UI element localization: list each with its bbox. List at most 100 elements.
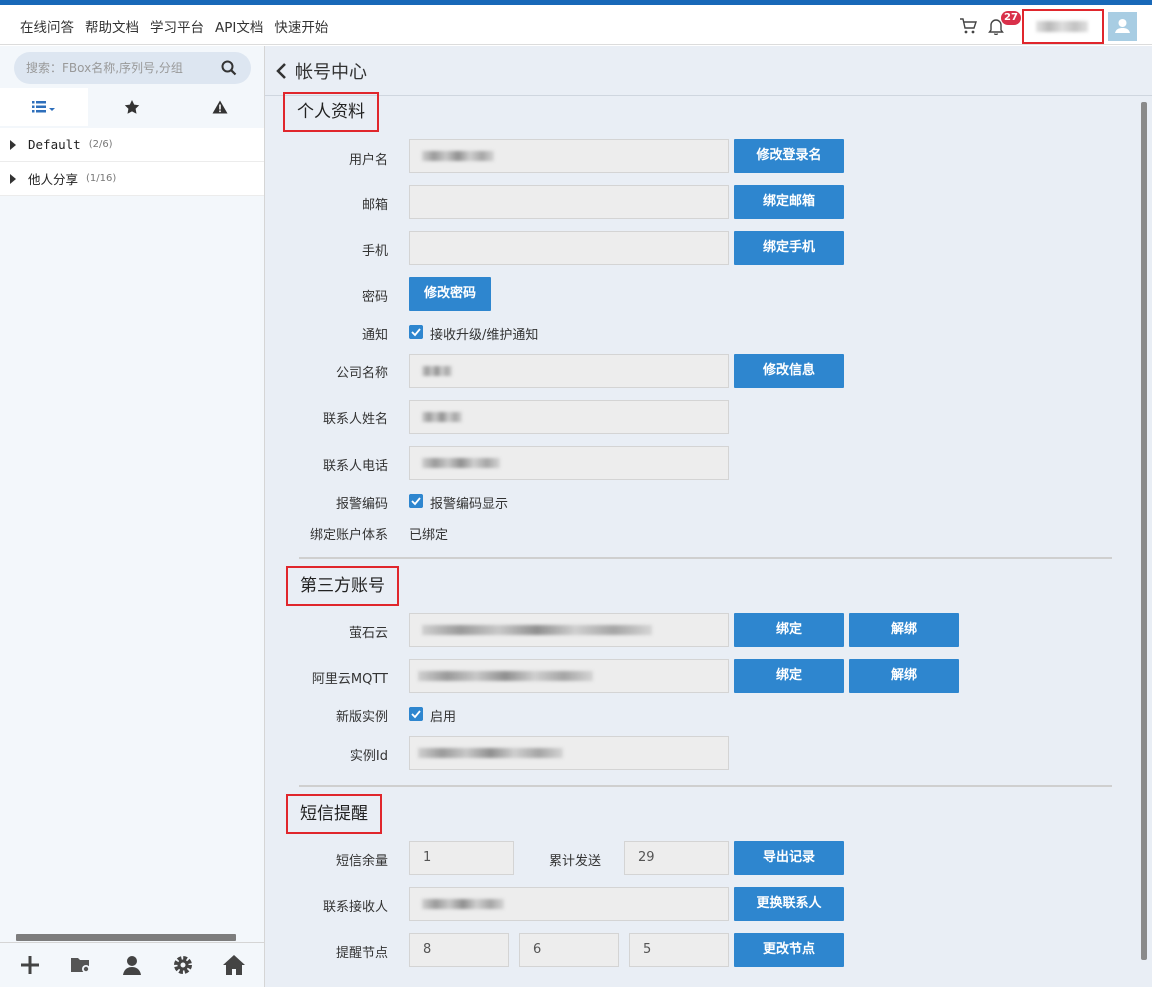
reminder-node-field[interactable]: 8 (409, 933, 509, 967)
reminder-node-field[interactable]: 5 (629, 933, 729, 967)
change-password-button[interactable]: 修改密码 (409, 277, 491, 311)
avatar[interactable] (1108, 12, 1137, 41)
tab-favorites[interactable] (88, 88, 176, 126)
tab-list[interactable] (0, 88, 88, 126)
company-label: 公司名称 (335, 366, 388, 381)
change-login-button[interactable]: 修改登录名 (734, 139, 844, 173)
aliyun-field[interactable] (409, 659, 729, 693)
bound-system-label: 绑定账户体系 (309, 528, 388, 543)
username-display[interactable] (1022, 9, 1104, 44)
sidebar: Default (2/6) 他人分享 (1/16) (0, 46, 265, 987)
phone-label: 手机 (361, 244, 388, 259)
list-item[interactable]: 他人分享 (1/16) (0, 162, 264, 196)
alarm-code-checkbox-label: 报警编码显示 (430, 497, 509, 512)
warning-icon (212, 100, 228, 114)
folder-settings-icon[interactable] (69, 953, 93, 977)
section-divider (299, 785, 1112, 787)
username-redacted (1036, 21, 1088, 32)
nav-quick-start[interactable]: 快速开始 (274, 16, 328, 36)
company-field[interactable] (409, 354, 729, 388)
sms-receiver-field[interactable] (409, 887, 729, 921)
change-contact-button[interactable]: 更换联系人 (734, 887, 844, 921)
contact-phone-field[interactable] (409, 446, 729, 480)
nav-learning[interactable]: 学习平台 (150, 16, 204, 36)
section-title-third-party: 第三方账号 (286, 566, 399, 606)
ezviz-unbind-button[interactable]: 解绑 (849, 613, 959, 647)
search-icon[interactable] (221, 60, 237, 76)
group-name: 他人分享 (28, 172, 79, 187)
phone-field[interactable] (409, 231, 729, 265)
search-box (14, 52, 251, 84)
contact-name-field[interactable] (409, 400, 729, 434)
redacted-value (422, 625, 652, 635)
main-content: 帐号中心 个人资料 用户名 修改登录名 邮箱 绑定邮箱 手机 绑定手机 密码 修… (265, 46, 1152, 987)
list-item[interactable]: Default (2/6) (0, 128, 264, 162)
reminder-nodes-label: 提醒节点 (335, 946, 388, 961)
cart-icon[interactable] (959, 17, 977, 35)
redacted-value (422, 899, 504, 909)
sidebar-tabs (0, 88, 264, 126)
top-bar: 在线问答 帮助文档 学习平台 API文档 快速开始 27 (0, 5, 1152, 45)
email-field[interactable] (409, 185, 729, 219)
sms-sent-field[interactable]: 29 (624, 841, 729, 875)
export-records-button[interactable]: 导出记录 (734, 841, 844, 875)
instance-id-label: 实例Id (349, 749, 388, 764)
user-icon (1115, 19, 1130, 33)
group-count: (1/16) (86, 173, 117, 184)
page-title: 帐号中心 (295, 62, 367, 83)
search-input[interactable] (26, 59, 211, 77)
nav-api-docs[interactable]: API文档 (215, 16, 263, 36)
sms-balance-field[interactable]: 1 (409, 841, 514, 875)
notify-checkbox[interactable] (409, 325, 423, 339)
caret-right-icon[interactable] (10, 139, 16, 150)
nav-help-docs[interactable]: 帮助文档 (85, 16, 139, 36)
bind-phone-button[interactable]: 绑定手机 (734, 231, 844, 265)
username-field[interactable] (409, 139, 729, 173)
redacted-value (418, 671, 593, 681)
notification-badge: 27 (1001, 11, 1021, 25)
list-icon (32, 101, 55, 113)
bound-system-value: 已绑定 (409, 528, 449, 543)
instance-id-field[interactable] (409, 736, 729, 770)
alarm-code-checkbox[interactable] (409, 494, 423, 508)
user-icon[interactable] (120, 953, 144, 977)
notify-label: 通知 (361, 328, 388, 343)
group-list: Default (2/6) 他人分享 (1/16) (0, 128, 264, 196)
nav-qa[interactable]: 在线问答 (20, 16, 74, 36)
aliyun-unbind-button[interactable]: 解绑 (849, 659, 959, 693)
section-divider (299, 557, 1112, 559)
email-label: 邮箱 (361, 198, 388, 213)
caret-right-icon[interactable] (10, 173, 16, 184)
plus-icon[interactable] (18, 953, 42, 977)
sidebar-footer (0, 942, 264, 987)
ezviz-label: 萤石云 (348, 626, 388, 641)
group-count: (2/6) (88, 139, 113, 150)
top-nav: 在线问答 帮助文档 学习平台 API文档 快速开始 (20, 16, 328, 36)
sms-receiver-label: 联系接收人 (322, 900, 388, 915)
chevron-left-icon[interactable] (275, 62, 287, 80)
vertical-scrollbar[interactable] (1141, 102, 1147, 960)
group-name: Default (28, 137, 81, 152)
ezviz-bind-button[interactable]: 绑定 (734, 613, 844, 647)
ezviz-field[interactable] (409, 613, 729, 647)
aliyun-bind-button[interactable]: 绑定 (734, 659, 844, 693)
redacted-value (422, 412, 462, 422)
redacted-value (418, 748, 563, 758)
bind-email-button[interactable]: 绑定邮箱 (734, 185, 844, 219)
aliyun-label: 阿里云MQTT (311, 672, 388, 687)
gear-icon[interactable] (171, 953, 195, 977)
redacted-value (422, 151, 494, 161)
password-label: 密码 (361, 290, 388, 305)
redacted-value (422, 458, 500, 468)
contact-name-label: 联系人姓名 (322, 412, 388, 427)
reminder-node-field[interactable]: 6 (519, 933, 619, 967)
redacted-value (422, 366, 452, 376)
tab-alarms[interactable] (176, 88, 264, 126)
section-title-profile: 个人资料 (283, 92, 379, 132)
change-nodes-button[interactable]: 更改节点 (734, 933, 844, 967)
username-label: 用户名 (348, 153, 388, 168)
horizontal-scrollbar[interactable] (16, 934, 236, 941)
change-info-button[interactable]: 修改信息 (734, 354, 844, 388)
new-instance-label: 新版实例 (335, 710, 388, 725)
new-instance-checkbox[interactable] (409, 707, 423, 721)
